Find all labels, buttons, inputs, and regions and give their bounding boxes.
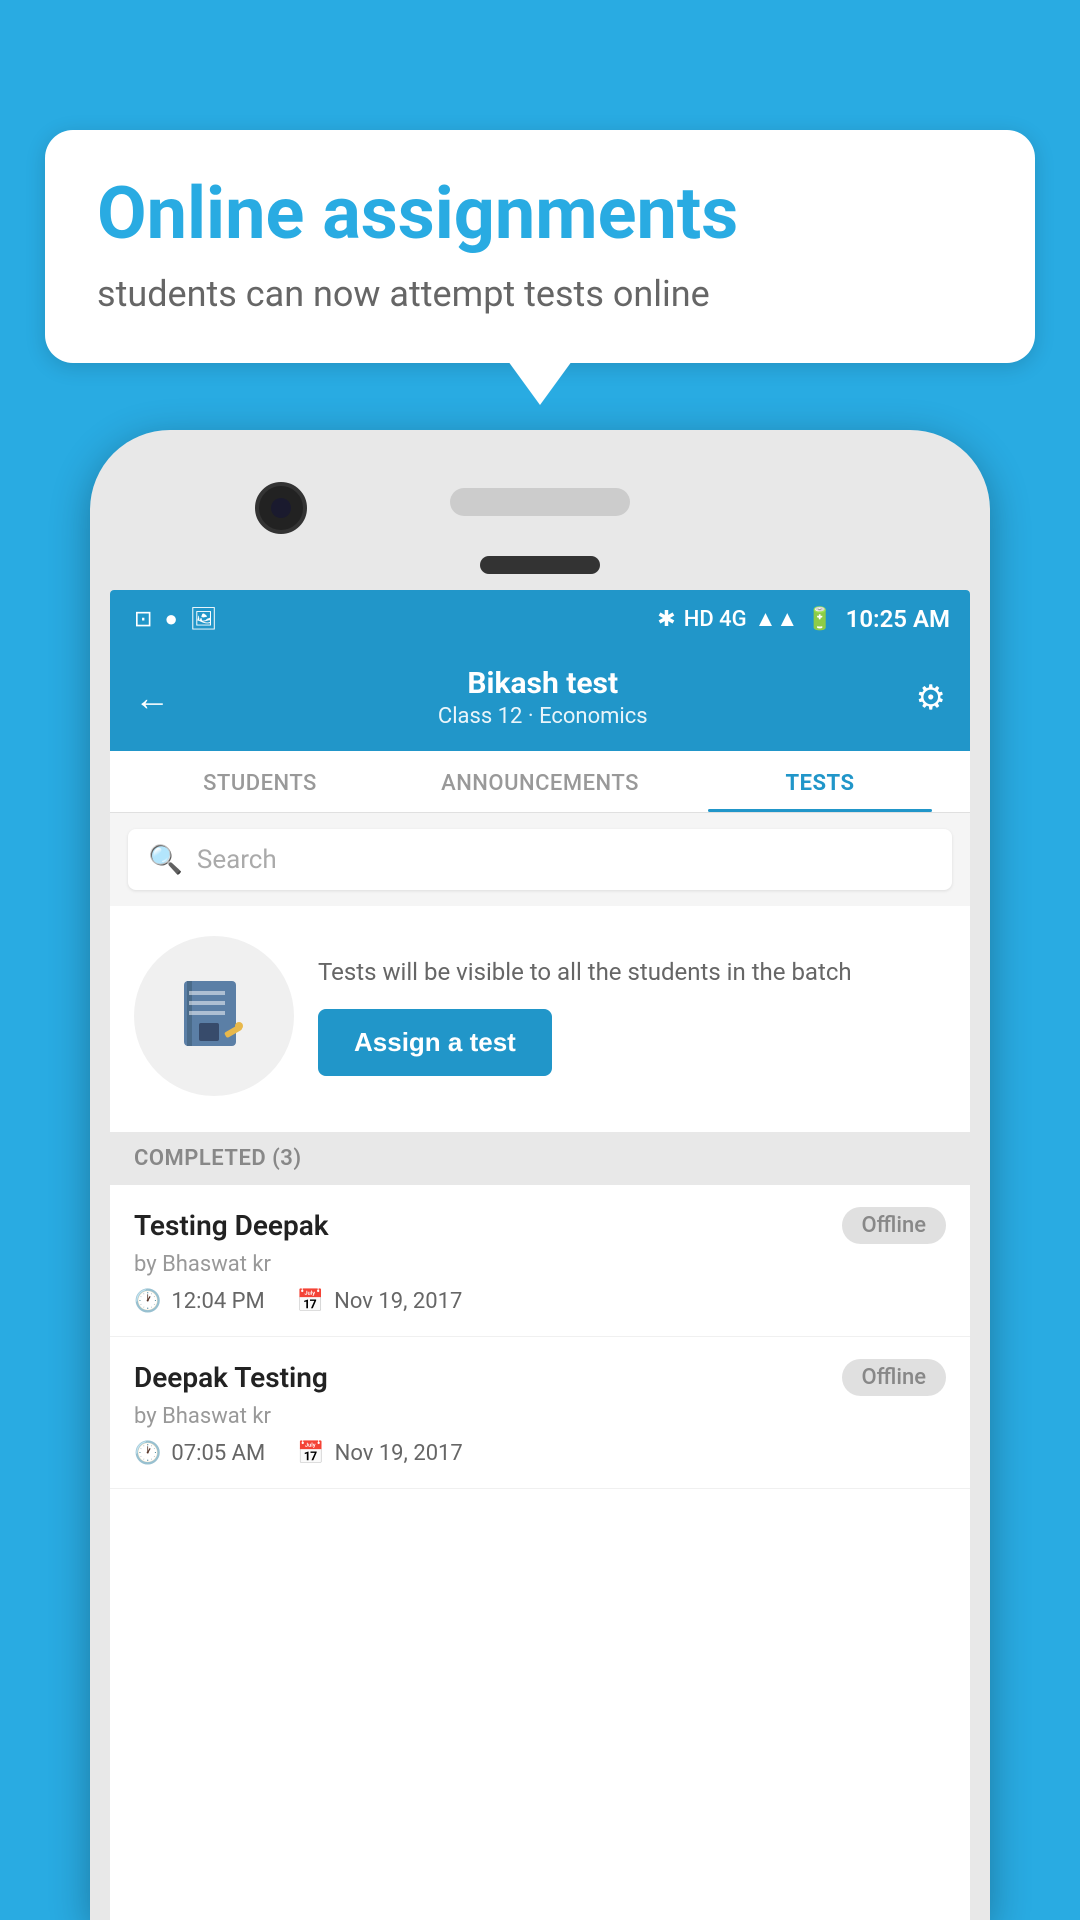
phone-camera	[255, 482, 307, 534]
test-badge: Offline	[842, 1359, 946, 1396]
bubble-subtitle: students can now attempt tests online	[97, 273, 983, 315]
completed-section-header: COMPLETED (3)	[110, 1132, 970, 1185]
test-time: 🕐 07:05 AM	[134, 1441, 265, 1466]
completed-label: COMPLETED (3)	[134, 1146, 302, 1171]
phone-speaker	[450, 488, 630, 516]
test-badge: Offline	[842, 1207, 946, 1244]
tab-students[interactable]: STUDENTS	[120, 751, 400, 812]
test-item-header: Testing Deepak Offline	[134, 1207, 946, 1244]
phone-screen: ⊡ ● 🖼 ✱ HD 4G ▲▲ 🔋 10:25 AM ← Bikash tes…	[110, 590, 970, 1920]
bubble-title: Online assignments	[97, 174, 983, 253]
app-header: ← Bikash test Class 12 · Economics ⚙	[110, 648, 970, 751]
bluetooth-icon: ✱	[657, 607, 675, 632]
header-subtitle: Class 12 · Economics	[438, 704, 648, 729]
app-icon-1: ⊡	[134, 607, 152, 632]
calendar-icon: 📅	[297, 1289, 324, 1314]
status-info-right: ✱ HD 4G ▲▲ 🔋 10:25 AM	[657, 605, 950, 633]
test-name: Testing Deepak	[134, 1209, 329, 1242]
image-icon: 🖼	[190, 607, 218, 632]
test-item[interactable]: Testing Deepak Offline by Bhaswat kr 🕐 1…	[110, 1185, 970, 1337]
speech-bubble: Online assignments students can now atte…	[45, 130, 1035, 363]
tab-announcements[interactable]: ANNOUNCEMENTS	[400, 751, 680, 812]
test-author: by Bhaswat kr	[134, 1252, 946, 1277]
assign-card: Tests will be visible to all the student…	[110, 906, 970, 1132]
assign-content: Tests will be visible to all the student…	[318, 956, 946, 1077]
clock-icon: 🕐	[134, 1289, 161, 1314]
test-time: 🕐 12:04 PM	[134, 1289, 265, 1314]
back-button[interactable]: ←	[134, 677, 170, 719]
signal-text: HD 4G	[684, 607, 747, 632]
search-placeholder: Search	[197, 845, 277, 875]
search-bar[interactable]: 🔍 Search	[128, 829, 952, 890]
test-date: 📅 Nov 19, 2017	[297, 1289, 463, 1314]
search-icon: 🔍	[148, 843, 183, 876]
status-icons-left: ⊡ ● 🖼	[134, 606, 218, 632]
test-item[interactable]: Deepak Testing Offline by Bhaswat kr 🕐 0…	[110, 1337, 970, 1489]
whatsapp-icon: ●	[164, 606, 177, 632]
test-meta: 🕐 12:04 PM 📅 Nov 19, 2017	[134, 1289, 946, 1314]
header-title: Bikash test	[438, 666, 648, 701]
test-meta: 🕐 07:05 AM 📅 Nov 19, 2017	[134, 1441, 946, 1466]
status-time: 10:25 AM	[846, 605, 950, 633]
phone-frame: ⊡ ● 🖼 ✱ HD 4G ▲▲ 🔋 10:25 AM ← Bikash tes…	[90, 430, 990, 1920]
test-item-header: Deepak Testing Offline	[134, 1359, 946, 1396]
settings-button[interactable]: ⚙	[916, 678, 946, 718]
tab-bar: STUDENTS ANNOUNCEMENTS TESTS	[110, 751, 970, 813]
assign-icon-wrap	[134, 936, 294, 1096]
status-bar: ⊡ ● 🖼 ✱ HD 4G ▲▲ 🔋 10:25 AM	[110, 590, 970, 648]
test-name: Deepak Testing	[134, 1361, 328, 1394]
battery-icon: 🔋	[806, 607, 833, 632]
phone-earpiece	[480, 556, 600, 574]
test-author: by Bhaswat kr	[134, 1404, 946, 1429]
assign-test-button[interactable]: Assign a test	[318, 1009, 552, 1076]
signal-bars: ▲▲	[755, 606, 799, 632]
clock-icon: 🕐	[134, 1441, 161, 1466]
calendar-icon: 📅	[297, 1441, 324, 1466]
assign-description: Tests will be visible to all the student…	[318, 956, 946, 990]
search-section: 🔍 Search	[110, 813, 970, 906]
notebook-svg-icon	[169, 971, 259, 1061]
test-date: 📅 Nov 19, 2017	[297, 1441, 463, 1466]
header-center: Bikash test Class 12 · Economics	[438, 666, 648, 729]
tab-tests[interactable]: TESTS	[680, 751, 960, 812]
